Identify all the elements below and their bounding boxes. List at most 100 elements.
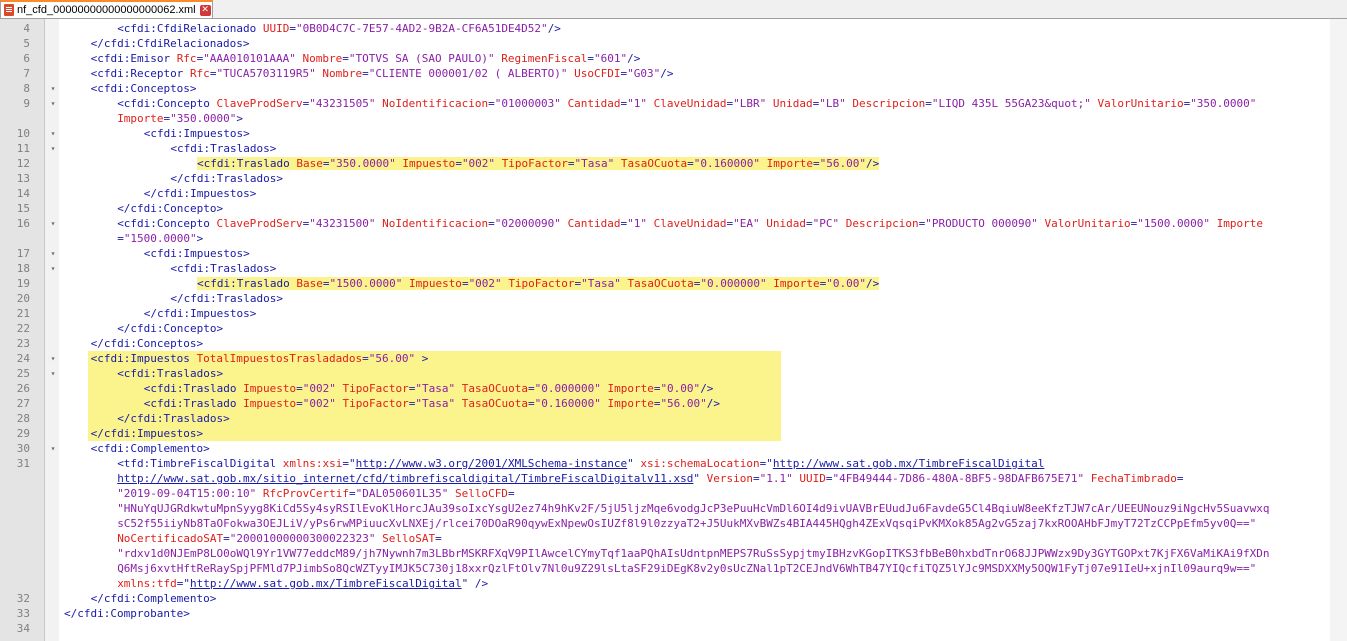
code-token: UUID (262, 22, 290, 35)
line-number: 4 (23, 22, 30, 35)
code-token: "02000090" (494, 217, 561, 230)
code-token: "350.0000" (1190, 97, 1257, 110)
code-token: "HNuYqUJGRdkwtuMpnSyyg8KiCd5Sy4syRSIlEvo… (117, 502, 1270, 515)
code-text: </cfdi:Concepto> (117, 321, 223, 336)
code-token: = (362, 67, 369, 80)
code-token: "Tasa" (415, 397, 456, 410)
code-line: "HNuYqUJGRdkwtuMpnSyyg8KiCd5Sy4syRSIlEvo… (0, 501, 1347, 516)
fold-toggle-icon[interactable]: ▾ (48, 96, 58, 111)
code-token: "002" (302, 382, 336, 395)
fold-toggle-icon[interactable]: ▾ (48, 216, 58, 231)
code-token: = (527, 397, 535, 410)
code-line: xmlns:tfd="http://www.sat.gob.mx/TimbreF… (0, 576, 1347, 591)
url-link[interactable]: http://www.sat.gob.mx/TimbreFiscalDigita… (190, 577, 462, 590)
code-line: 7 <cfdi:Receptor Rfc = "TUCA5703119R5" Nomb… (0, 66, 1347, 81)
code-text: <cfdi:Traslado Impuesto="002" TipoFactor… (144, 396, 720, 411)
code-token: </cfdi:Impuestos> (90, 427, 204, 440)
code-token: "56.00" (368, 352, 416, 365)
code-token: NoIdentificacion (382, 97, 489, 110)
code-token: Nombre (322, 67, 363, 80)
code-token: " (349, 457, 356, 470)
code-token: sC52f55iiyNb8TaOFokwa3OEJLiV/yPs6rwMPiuu… (117, 517, 1257, 530)
code-text: Importe="350.0000"> (117, 111, 243, 126)
code-token: = (813, 157, 820, 170)
code-token: Importe (1216, 217, 1264, 230)
url-link[interactable]: http://www.sat.gob.mx/sitio_internet/cfd… (117, 472, 693, 485)
code-text: </cfdi:Traslados> (170, 171, 283, 186)
code-token: Q6Msj6xvtHftReRaySpjPFMld7PJimbSo8QcWZTy… (117, 562, 1257, 575)
fold-toggle-icon[interactable]: ▾ (48, 351, 58, 366)
code-text: <cfdi:Emisor Rfc="AAA010101AAA" Nombre="… (91, 51, 641, 66)
tab-bar: nf_cfd_00000000000000000062.xml ✕ (0, 0, 1347, 19)
code-line: 22 </cfdi:Concepto> (0, 321, 1347, 336)
close-icon[interactable]: ✕ (199, 4, 211, 16)
code-token: "PC" (812, 217, 840, 230)
line-number: 27 (16, 397, 30, 410)
code-token: "TUCA5703119R5" (216, 67, 316, 80)
fold-toggle-icon[interactable]: ▾ (48, 261, 58, 276)
code-token: = (806, 217, 813, 230)
fold-toggle-icon[interactable]: ▾ (48, 246, 58, 261)
code-text: <cfdi:Impuestos TotalImpuestosTrasladado… (91, 351, 429, 366)
code-token: Base (296, 277, 323, 290)
code-line: 10 ▾ <cfdi:Impuestos> (0, 126, 1347, 141)
code-token: "43231505" (309, 97, 376, 110)
line-number: 18 (16, 262, 30, 275)
fold-toggle-icon[interactable]: ▾ (48, 81, 58, 96)
xml-file-icon (4, 4, 14, 16)
code-line: 12 <cfdi:Traslado Base = "350.0000" Impuest… (0, 156, 1347, 171)
code-token: Importe (607, 382, 654, 395)
code-token: "1.1" (759, 472, 793, 485)
line-number: 7 (23, 67, 30, 80)
line-number: 8 (23, 82, 30, 95)
code-token: = (455, 157, 462, 170)
code-line: 16 ▾ <cfdi:Concepto ClaveProdServ = "4323150… (0, 216, 1347, 231)
code-line: 29 </cfdi:Impuestos> (0, 426, 1347, 441)
code-token: "Tasa" (581, 277, 621, 290)
code-token: " (693, 472, 700, 485)
code-token: "350.0000" (170, 112, 237, 125)
code-text: <cfdi:Traslados> (170, 261, 276, 276)
line-number: 12 (16, 157, 30, 170)
code-line: "2019-09-04T15:00:10" RfcProvCertif="DAL… (0, 486, 1347, 501)
code-token: Impuesto (243, 397, 297, 410)
code-token: "CLIENTE 000001/02 ( ALBERTO)" (368, 67, 568, 80)
url-link[interactable]: http://www.w3.org/2001/XMLSchema-instanc… (356, 457, 628, 470)
code-token: = (1176, 472, 1184, 485)
code-token: </cfdi:Traslados> (170, 292, 283, 305)
code-line: 14 </cfdi:Impuestos> (0, 186, 1347, 201)
code-line: 11 ▾ <cfdi:Traslados> (0, 141, 1347, 156)
code-token: <cfdi:Traslado (143, 397, 244, 410)
fold-toggle-icon[interactable]: ▾ (48, 126, 58, 141)
code-text: "rdxv1d0NJEmP8LO0oWQl9Yr1VW77eddcM89/jh7… (117, 546, 1269, 561)
fold-toggle-icon[interactable]: ▾ (48, 441, 58, 456)
file-tab[interactable]: nf_cfd_00000000000000000062.xml ✕ (0, 0, 213, 18)
code-editor[interactable]: 4 <cfdi:CfdiRelacionado UUID="0B0D4C7C-7E… (0, 19, 1347, 641)
fold-toggle-icon[interactable]: ▾ (48, 366, 58, 381)
line-number: 14 (16, 187, 30, 200)
vertical-scrollbar[interactable] (1330, 19, 1347, 641)
code-text: </cfdi:Conceptos> (91, 336, 204, 351)
code-token: TipoFactor (501, 157, 568, 170)
code-text: <cfdi:Conceptos> (91, 81, 197, 96)
line-number: 34 (16, 622, 30, 635)
code-text: <cfdi:Traslado Base="350.0000" Impuesto=… (197, 156, 880, 171)
code-line: 18 ▾ <cfdi:Traslados> (0, 261, 1347, 276)
code-token: <cfdi:CfdiRelacionado (117, 22, 263, 35)
code-token: ValorUnitario (1044, 217, 1131, 230)
line-number: 33 (16, 607, 30, 620)
code-line: 20 </cfdi:Traslados> (0, 291, 1347, 306)
fold-toggle-icon[interactable]: ▾ (48, 141, 58, 156)
code-line: 28 </cfdi:Traslados> (0, 411, 1347, 426)
code-token: "0.00" (826, 277, 866, 290)
code-token: = (752, 472, 760, 485)
code-text: <tfd:TimbreFiscalDigital xmlns:xsi="http… (117, 456, 1044, 471)
code-token: "TOTVS SA (SAO PAULO)" (348, 52, 495, 65)
code-token: Unidad (766, 217, 807, 230)
url-link[interactable]: http://www.sat.gob.mx/TimbreFiscalDigita… (773, 457, 1045, 470)
